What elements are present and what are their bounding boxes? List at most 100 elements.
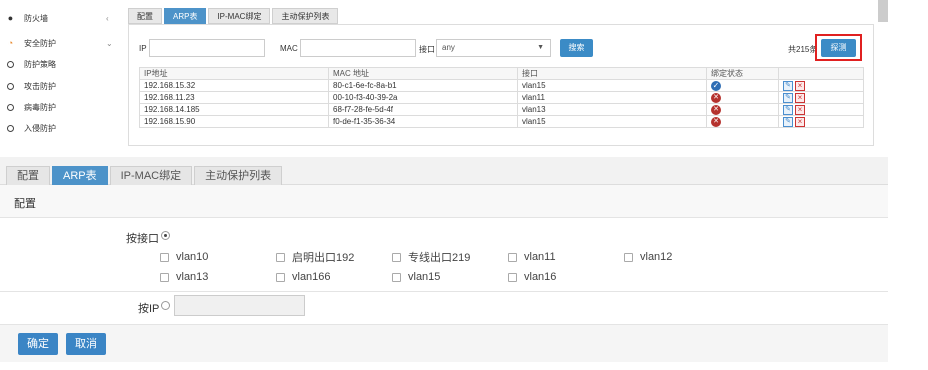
sidebar-item-virus[interactable]: 病毒防护 [0,97,122,117]
sidebar: ● 防火墙 ‹ ◔ 安全防护 ⌄ 防护策略 攻击防护 病毒防护 入侵防护 [0,0,122,146]
actions-cell: ✎ × [778,103,864,116]
edit-icon[interactable]: ✎ [783,104,793,115]
sidebar-item-security[interactable]: ◔ 安全防护 ⌄ [0,33,122,53]
checkbox[interactable] [508,272,517,282]
sidebar-item-intrusion[interactable]: 入侵防护 [0,118,122,138]
column-header-bind-status: 绑定状态 [706,67,779,80]
by-interface-radio[interactable] [161,231,170,240]
by-ip-label: 按IP [138,303,160,315]
x-circle-icon: ✕ [711,116,721,127]
status-cell: ✕ [706,103,779,116]
mac-cell: f0-de-f1-35-36-34 [328,115,518,128]
chevron-down-icon: ⌄ [106,38,113,48]
mac-filter-label: MAC [280,44,298,53]
interface-cell: vlan15 [517,79,707,92]
interface-checkbox-vlan15[interactable]: vlan15 [392,270,440,284]
section-header: 配置 [0,185,888,218]
interface-checkbox-vlan11[interactable]: vlan11 [508,250,556,264]
form-footer: 确定 取消 [0,324,888,362]
tab-config[interactable]: 配置 [128,8,162,24]
by-interface-label: 按接口 [126,233,159,245]
interface-checkbox-leased-219[interactable]: 专线出口219 [392,250,470,264]
delete-icon[interactable]: × [795,104,805,115]
ip-cell: 192.168.14.185 [139,103,329,116]
total-count: 共215条 [788,45,818,54]
circle-icon [6,103,15,112]
delete-icon[interactable]: × [795,116,805,127]
sidebar-item-attack[interactable]: 攻击防护 [0,76,122,96]
ip-input[interactable] [174,295,305,316]
interface-cell: vlan15 [517,115,707,128]
column-header-interface: 接口 [517,67,707,80]
edit-icon[interactable]: ✎ [783,80,793,91]
arp-table-view: ● 防火墙 ‹ ◔ 安全防护 ⌄ 防护策略 攻击防护 病毒防护 入侵防护 配置 … [0,0,878,146]
interface-filter-label: 接口 [419,45,435,54]
ip-cell: 192.168.15.90 [139,115,329,128]
search-button[interactable]: 搜索 [560,39,593,57]
arp-panel: IP MAC 接口 any ▼ 搜索 共215条 探测 IP地址 MAC 地址 … [128,24,874,146]
checkbox[interactable] [392,272,401,282]
tab-protection-list[interactable]: 主动保护列表 [194,166,283,186]
firewall-icon: ● [7,12,14,23]
confirm-button[interactable]: 确定 [18,333,58,355]
by-ip-radio[interactable] [161,301,170,310]
interface-select[interactable]: any ▼ [436,39,551,57]
shield-icon: ◔ [7,37,14,48]
interface-checkbox-qiming-192[interactable]: 启明出口192 [276,250,354,264]
interface-checkbox-vlan13[interactable]: vlan13 [160,270,208,284]
edit-icon[interactable]: ✎ [783,92,793,103]
checkbox[interactable] [276,252,285,262]
tab-config[interactable]: 配置 [6,166,50,186]
interface-checkbox-vlan10[interactable]: vlan10 [160,250,208,264]
actions-cell: ✎ × [778,79,864,92]
table-row: 192.168.15.90 f0-de-f1-35-36-34 vlan15 ✕… [139,115,864,128]
checkbox[interactable] [160,272,169,282]
status-cell: ✕ [706,115,779,128]
tab-arp-table[interactable]: ARP表 [52,166,108,186]
column-header-ip: IP地址 [139,67,329,80]
checkbox[interactable] [276,272,285,282]
column-header-actions [778,67,864,80]
status-cell: ✕ [706,91,779,104]
interface-checkbox-vlan12[interactable]: vlan12 [624,250,672,264]
mac-cell: 00-10-f3-40-39-2a [328,91,518,104]
scrollbar-thumb[interactable] [878,0,888,22]
delete-icon[interactable]: × [795,80,805,91]
divider [0,291,888,292]
table-row: 192.168.14.185 68-f7-28-fe-5d-4f vlan13 … [139,103,864,116]
interface-checkbox-vlan16[interactable]: vlan16 [508,270,556,284]
checkbox[interactable] [392,252,401,262]
interface-cell: vlan13 [517,103,707,116]
tab-ip-mac-binding[interactable]: IP-MAC绑定 [208,8,271,24]
sidebar-item-policy[interactable]: 防护策略 [0,54,122,74]
tab-bar: 配置 ARP表 IP-MAC绑定 主动保护列表 [128,8,340,24]
ip-cell: 192.168.15.32 [139,79,329,92]
checkbox[interactable] [624,252,633,262]
tab-arp-table[interactable]: ARP表 [164,8,207,24]
ip-filter-input[interactable] [149,39,265,57]
probe-config-view: 配置 ARP表 IP-MAC绑定 主动保护列表 配置 按接口 vlan10 启明… [0,157,928,370]
table-row: 192.168.11.23 00-10-f3-40-39-2a vlan11 ✕… [139,91,864,104]
probe-button[interactable]: 探测 [821,39,856,57]
mac-cell: 68-f7-28-fe-5d-4f [328,103,518,116]
x-circle-icon: ✕ [711,104,721,115]
cancel-button[interactable]: 取消 [66,333,106,355]
circle-icon [6,60,15,69]
delete-icon[interactable]: × [795,92,805,103]
checkbox[interactable] [508,252,517,262]
mac-cell: 80-c1-6e-fc-8a-b1 [328,79,518,92]
status-cell: ✓ [706,79,779,92]
interface-checkbox-vlan166[interactable]: vlan166 [276,270,331,284]
tab-bar: 配置 ARP表 IP-MAC绑定 主动保护列表 [0,157,888,186]
interface-cell: vlan11 [517,91,707,104]
edit-icon[interactable]: ✎ [783,116,793,127]
checkbox[interactable] [160,252,169,262]
mac-filter-input[interactable] [300,39,416,57]
tab-protection-list[interactable]: 主动保护列表 [272,8,339,24]
sidebar-item-firewall[interactable]: ● 防火墙 ‹ [0,8,122,28]
table-header-row: IP地址 MAC 地址 接口 绑定状态 [139,67,864,80]
tab-ip-mac-binding[interactable]: IP-MAC绑定 [109,166,193,186]
circle-icon [6,82,15,91]
section-title: 配置 [14,198,36,210]
caret-down-icon: ▼ [537,44,544,51]
